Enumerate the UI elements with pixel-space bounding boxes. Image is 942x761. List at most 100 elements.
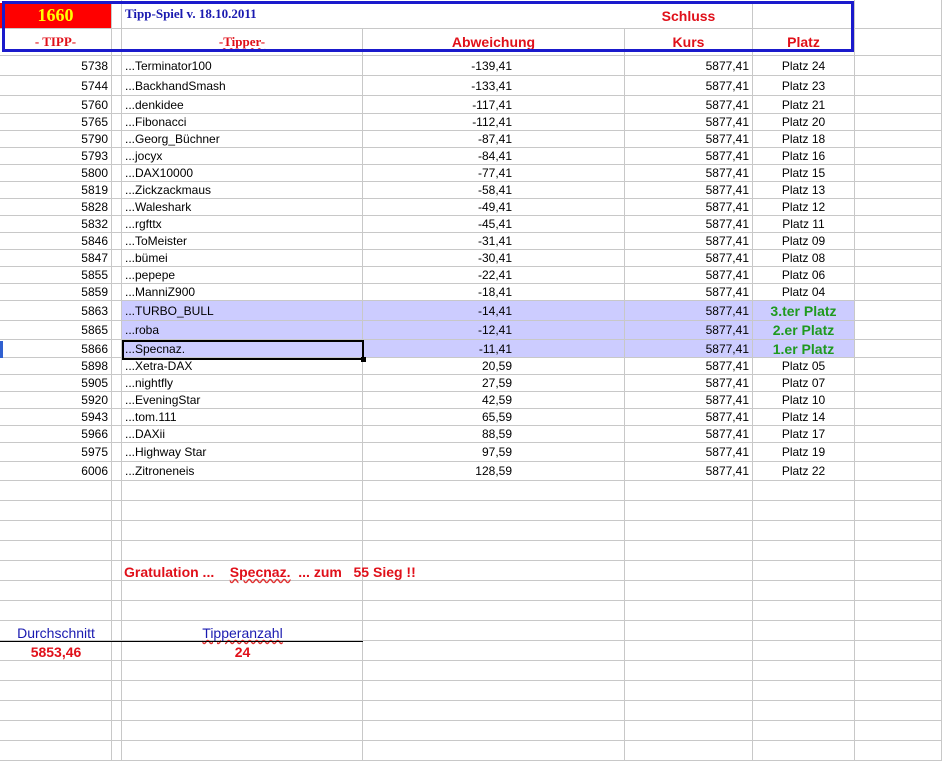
empty-cell[interactable] (112, 741, 122, 760)
tipp-cell[interactable]: 5832 (0, 216, 112, 232)
tipper-cell[interactable]: ...Waleshark (122, 199, 363, 215)
tipp-cell[interactable]: 5905 (0, 375, 112, 391)
tipp-cell[interactable]: 5846 (0, 233, 112, 249)
tipper-cell[interactable]: ...nightfly (122, 375, 363, 391)
platz-cell[interactable]: 1.er Platz (753, 340, 855, 357)
abweichung-cell[interactable]: -133,41 (363, 76, 625, 95)
empty-cell[interactable] (625, 621, 753, 640)
platz-cell[interactable]: Platz 07 (753, 375, 855, 391)
kurs-cell[interactable]: 5877,41 (625, 375, 753, 391)
empty-cell[interactable] (122, 661, 363, 680)
tipper-cell[interactable]: ...ToMeister (122, 233, 363, 249)
platz-cell[interactable]: Platz 12 (753, 199, 855, 215)
platz-cell[interactable]: Platz 10 (753, 392, 855, 408)
abweichung-cell[interactable]: 97,59 (363, 443, 625, 461)
empty-cell[interactable] (112, 681, 122, 700)
empty-cell[interactable] (122, 581, 363, 600)
empty-cell[interactable] (855, 581, 942, 600)
tipp-cell[interactable]: 5866 (0, 340, 112, 357)
kurs-cell[interactable]: 5877,41 (625, 165, 753, 181)
empty-cell[interactable] (122, 501, 363, 520)
empty-cell[interactable] (122, 681, 363, 700)
empty-cell[interactable] (625, 721, 753, 740)
tipper-cell[interactable]: ...ManniZ900 (122, 284, 363, 300)
empty-cell[interactable] (855, 721, 942, 740)
empty-cell[interactable] (625, 561, 753, 580)
tipper-cell[interactable]: ...Zickzackmaus (122, 182, 363, 198)
empty-cell[interactable] (625, 641, 753, 660)
empty-cell[interactable] (363, 481, 625, 500)
empty-cell[interactable] (855, 561, 942, 580)
tipperanzahl-value[interactable]: 24 (122, 644, 363, 660)
empty-cell[interactable] (753, 721, 855, 740)
abweichung-cell[interactable]: -22,41 (363, 267, 625, 283)
platz-cell[interactable]: Platz 15 (753, 165, 855, 181)
tipp-cell[interactable]: 5744 (0, 76, 112, 95)
kurs-cell[interactable]: 5877,41 (625, 148, 753, 164)
tipper-cell[interactable]: ...rgfttx (122, 216, 363, 232)
empty-cell[interactable] (753, 741, 855, 760)
empty-cell[interactable] (753, 481, 855, 500)
abweichung-cell[interactable]: -117,41 (363, 96, 625, 113)
empty-cell[interactable] (363, 621, 625, 640)
kurs-column-header[interactable]: Kurs (625, 29, 753, 55)
empty-cell[interactable] (0, 581, 112, 600)
abweichung-cell[interactable]: -84,41 (363, 148, 625, 164)
empty-cell[interactable] (112, 641, 122, 660)
empty-cell[interactable] (0, 681, 112, 700)
kurs-cell[interactable]: 5877,41 (625, 340, 753, 357)
empty-cell[interactable] (0, 601, 112, 620)
kurs-cell[interactable]: 5877,41 (625, 267, 753, 283)
kurs-cell[interactable]: 5877,41 (625, 182, 753, 198)
empty-cell[interactable] (122, 721, 363, 740)
tipp-cell[interactable]: 5765 (0, 114, 112, 130)
tipp-cell[interactable]: 5790 (0, 131, 112, 147)
platz-cell[interactable]: Platz 16 (753, 148, 855, 164)
durchschnitt-value[interactable]: 5853,46 (0, 644, 112, 660)
platz-cell[interactable]: Platz 20 (753, 114, 855, 130)
empty-cell[interactable] (112, 541, 122, 560)
kurs-cell[interactable]: 5877,41 (625, 216, 753, 232)
platz-cell[interactable]: Platz 14 (753, 409, 855, 425)
empty-cell[interactable] (363, 661, 625, 680)
abweichung-cell[interactable]: -11,41 (363, 340, 625, 357)
tipp-cell[interactable]: 5855 (0, 267, 112, 283)
empty-cell[interactable] (122, 741, 363, 760)
empty-cell[interactable] (625, 701, 753, 720)
empty-cell[interactable] (112, 581, 122, 600)
empty-cell[interactable] (0, 701, 112, 720)
platz-cell[interactable]: Platz 13 (753, 182, 855, 198)
empty-cell[interactable] (753, 661, 855, 680)
empty-cell[interactable] (855, 521, 942, 540)
empty-cell[interactable] (0, 541, 112, 560)
tipp-cell[interactable]: 5863 (0, 301, 112, 320)
abweichung-cell[interactable]: -58,41 (363, 182, 625, 198)
kurs-cell[interactable]: 5877,41 (625, 301, 753, 320)
empty-cell[interactable] (855, 741, 942, 760)
tipper-cell[interactable]: ...denkidee (122, 96, 363, 113)
platz-cell[interactable]: Platz 08 (753, 250, 855, 266)
kurs-cell[interactable]: 5877,41 (625, 392, 753, 408)
platz-cell[interactable]: Platz 22 (753, 462, 855, 480)
abweichung-cell[interactable]: -18,41 (363, 284, 625, 300)
empty-cell[interactable] (625, 741, 753, 760)
empty-cell[interactable] (625, 481, 753, 500)
platz-column-header[interactable]: Platz (753, 29, 855, 55)
empty-cell[interactable] (363, 641, 625, 660)
empty-cell[interactable] (625, 681, 753, 700)
tipp-cell[interactable]: 5847 (0, 250, 112, 266)
tipper-cell[interactable]: ...jocyx (122, 148, 363, 164)
abweichung-cell[interactable]: -14,41 (363, 301, 625, 320)
platz-cell[interactable]: Platz 09 (753, 233, 855, 249)
empty-cell[interactable] (112, 661, 122, 680)
empty-cell[interactable] (363, 541, 625, 560)
kurs-cell[interactable]: 5877,41 (625, 462, 753, 480)
empty-cell[interactable] (363, 701, 625, 720)
abweichung-cell[interactable]: -45,41 (363, 216, 625, 232)
tipp-cell[interactable]: 5800 (0, 165, 112, 181)
tipper-cell[interactable]: ...pepepe (122, 267, 363, 283)
kurs-cell[interactable]: 5877,41 (625, 96, 753, 113)
empty-cell[interactable] (753, 541, 855, 560)
empty-cell[interactable] (363, 521, 625, 540)
empty-cell[interactable] (855, 701, 942, 720)
